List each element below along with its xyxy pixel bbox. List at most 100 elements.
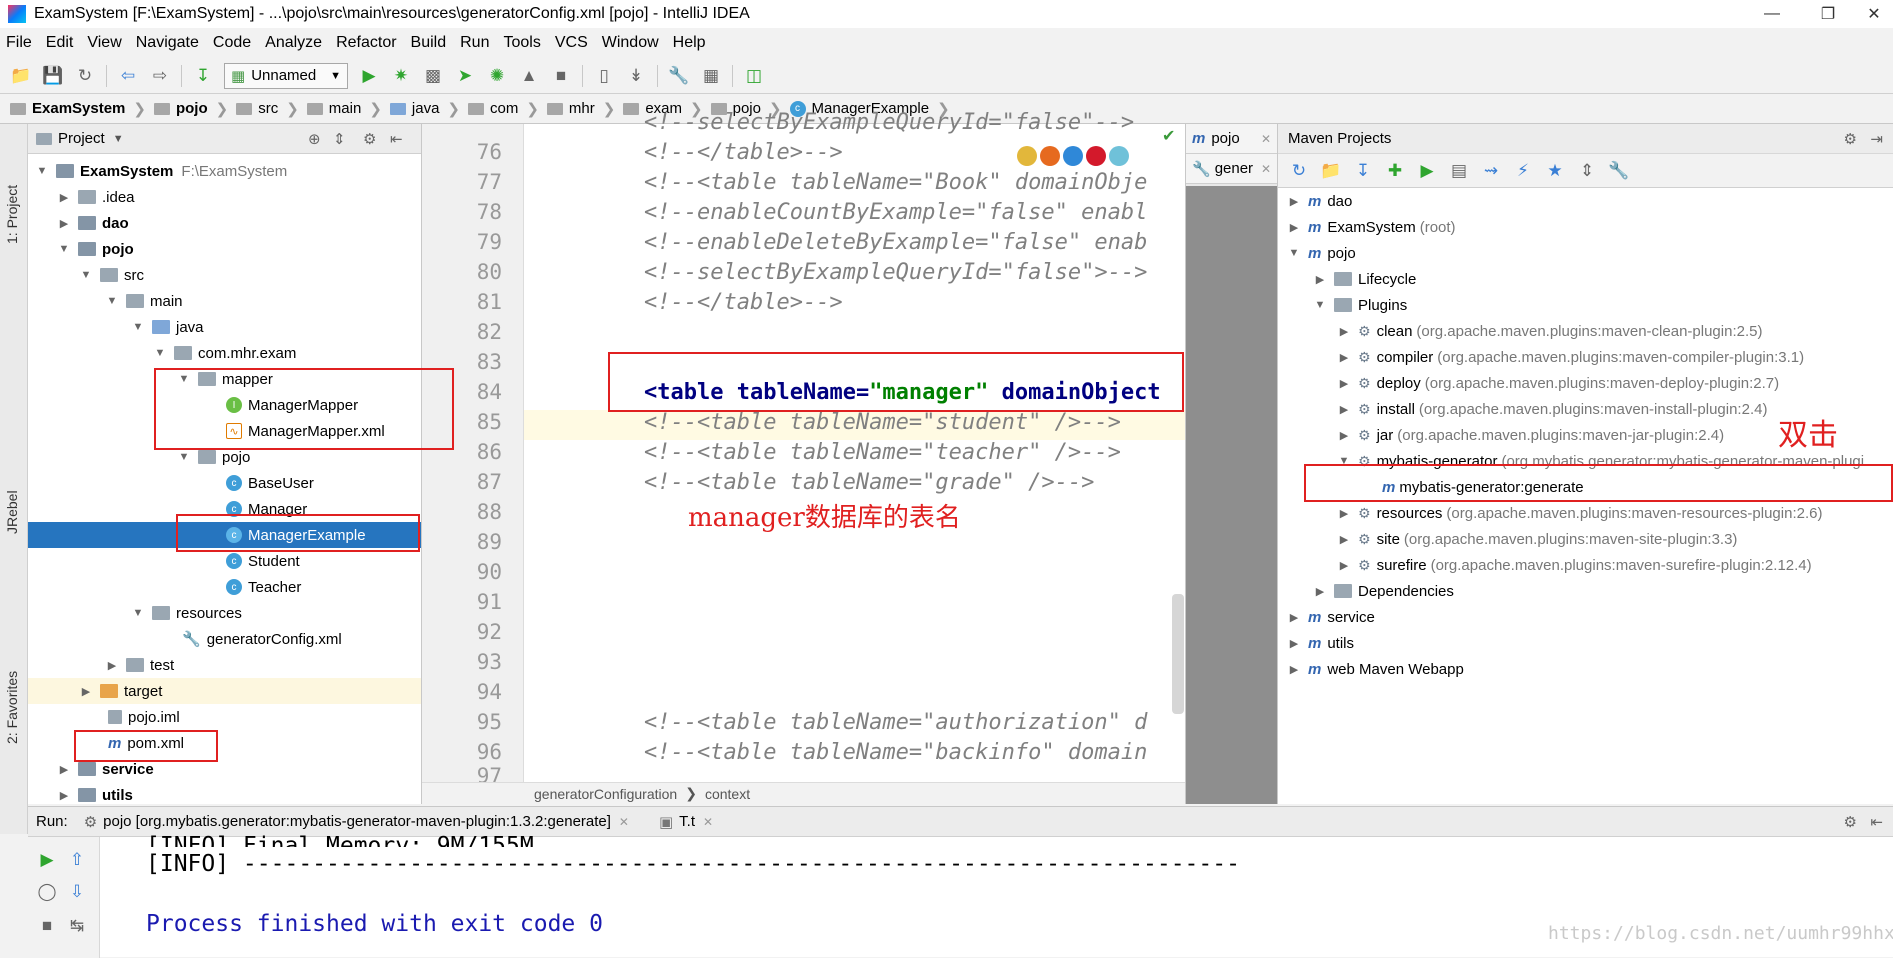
settings-wrench-icon[interactable]: 🔧 [668,65,690,87]
maven-item-lifecycle[interactable]: ▶ Lifecycle [1278,266,1893,292]
close-tab-icon[interactable]: ✕ [1261,162,1271,176]
debug-icon[interactable]: ✷ [390,65,412,87]
tree-item-com-mhr-exam[interactable]: ▼ com.mhr.exam [28,340,421,366]
hide-panel-icon[interactable]: ⇤ [390,130,403,148]
gear-icon[interactable]: ⚙ [1844,813,1857,831]
chevron-down-icon[interactable]: ▼ [113,133,124,145]
menu-edit[interactable]: Edit [46,34,74,52]
breadcrumb-pojo[interactable]: pojo ❯ [153,100,228,118]
menu-file[interactable]: File [6,34,32,52]
jrebel-debug-icon[interactable]: ✺ [486,65,508,87]
favorites-tool-tab[interactable]: 2: Favorites [4,671,20,744]
tree-item-target[interactable]: ▶ target [28,678,421,704]
rerun-icon[interactable]: ▶ [36,849,58,871]
jrebel-run-icon[interactable]: ➤ [454,65,476,87]
close-tab-icon[interactable]: ✕ [619,815,629,829]
code-editor[interactable]: 76 77 78 79 80 81 82 83 84 85 86 87 88 8… [422,110,1185,804]
dependencies-diagram-icon[interactable]: ★ [1544,160,1566,182]
collapse-all-icon[interactable]: ⇕ [333,130,346,148]
tree-item-main[interactable]: ▼ main [28,288,421,314]
maven-plugin-deploy[interactable]: ▶ ⚙ deploy (org.apache.maven.plugins:maven-… [1278,370,1893,396]
run-maven-icon[interactable]: ▶ [1416,160,1438,182]
gear-icon[interactable]: ⚙ [363,130,376,148]
maven-plugin-clean[interactable]: ▶ ⚙ clean (org.apache.maven.plugins:maven-c… [1278,318,1893,344]
open-folder-icon[interactable]: 📁 [10,65,32,87]
maven-plugin-compiler[interactable]: ▶ ⚙ compiler (org.apache.maven.plugins:mave… [1278,344,1893,370]
maven-item-dao[interactable]: ▶ m dao [1278,188,1893,214]
stop-icon[interactable]: ■ [550,65,572,87]
skip-tests-icon[interactable]: ⚡ [1512,160,1534,182]
project-tool-tab[interactable]: 1: Project [4,185,20,244]
maven-item-pojo[interactable]: ▼ m pojo [1278,240,1893,266]
tree-item-test[interactable]: ▶ test [28,652,421,678]
menu-run[interactable]: Run [460,34,489,52]
menu-window[interactable]: Window [602,34,659,52]
tree-item-generatorconfig-xml[interactable]: 🔧 generatorConfig.xml [28,626,421,652]
hide-panel-icon[interactable]: ⇥ [1870,130,1883,148]
pause-icon[interactable]: ◯ [36,881,58,903]
tree-item-utils[interactable]: ▶ utils [28,782,421,804]
tree-item-pojo-module[interactable]: ▼ pojo [28,236,421,262]
opera-icon[interactable] [1086,146,1106,166]
make-project-icon[interactable]: ↧ [192,65,214,87]
close-button[interactable]: ✕ [1846,0,1893,28]
maven-item-service[interactable]: ▶ m service [1278,604,1893,630]
menu-refactor[interactable]: Refactor [336,34,396,52]
tree-item-examsystem[interactable]: ▼ ExamSystem F:\ExamSystem [28,158,421,184]
scroll-up-icon[interactable]: ⇧ [66,849,88,871]
menu-analyze[interactable]: Analyze [265,34,322,52]
generate-sources-icon[interactable]: 📁 [1320,160,1342,182]
close-tab-icon[interactable]: ✕ [703,815,713,829]
sync-icon[interactable]: ↻ [74,65,96,87]
maven-plugin-resources[interactable]: ▶ ⚙ resources (org.apache.maven.plugins:mav… [1278,500,1893,526]
menu-help[interactable]: Help [673,34,706,52]
maven-plugin-surefire[interactable]: ▶ ⚙ surefire (org.apache.maven.plugins:mave… [1278,552,1893,578]
scroll-down-icon[interactable]: ⇩ [66,881,88,903]
menu-tools[interactable]: Tools [503,34,540,52]
run-icon[interactable]: ▶ [358,65,380,87]
tree-item-baseuser[interactable]: c BaseUser [28,470,421,496]
menu-vcs[interactable]: VCS [555,34,588,52]
stop-icon[interactable]: ■ [36,915,58,937]
gear-icon[interactable]: ⚙ [1844,130,1857,148]
hide-panel-icon[interactable]: ⇤ [1870,813,1883,831]
minimize-button[interactable]: — [1744,0,1800,28]
maven-plugin-site[interactable]: ▶ ⚙ site (org.apache.maven.plugins:maven-si… [1278,526,1893,552]
breadcrumb-mhr[interactable]: mhr ❯ [546,100,615,118]
collapse-all-icon[interactable]: ⇕ [1576,160,1598,182]
breadcrumb-src[interactable]: src ❯ [236,100,299,118]
maven-item-web[interactable]: ▶ m web Maven Webapp [1278,656,1893,682]
vcs-update-icon[interactable]: ▯ [593,65,615,87]
tree-item-pojo-iml[interactable]: pojo.iml [28,704,421,730]
maven-item-examsystem[interactable]: ▶ m ExamSystem (root) [1278,214,1893,240]
profile-icon[interactable]: ▲ [518,65,540,87]
ie-icon[interactable] [1109,146,1129,166]
maven-settings-icon[interactable]: 🔧 [1608,160,1630,182]
menu-code[interactable]: Code [213,34,251,52]
coverage-icon[interactable]: ▩ [422,65,444,87]
tab-pojo-pom[interactable]: m pojo ✕ [1186,124,1277,154]
vcs-commit-icon[interactable]: ↡ [625,65,647,87]
maven-item-dependencies[interactable]: ▶ Dependencies [1278,578,1893,604]
breadcrumb-com[interactable]: com ❯ [468,100,539,118]
maven-item-plugins[interactable]: ▼ Plugins [1278,292,1893,318]
reimport-icon[interactable]: ↻ [1288,160,1310,182]
breadcrumb-main[interactable]: main ❯ [306,100,382,118]
tree-item-teacher[interactable]: c Teacher [28,574,421,600]
sdk-icon[interactable]: ◫ [743,65,765,87]
add-icon[interactable]: ✚ [1384,160,1406,182]
tree-item-dao[interactable]: ▶ dao [28,210,421,236]
tree-item-java[interactable]: ▼ java [28,314,421,340]
chrome-icon[interactable] [1017,146,1037,166]
tree-item-idea[interactable]: ▶ .idea [28,184,421,210]
editor-scrollbar[interactable] [1172,594,1184,714]
safari-icon[interactable] [1063,146,1083,166]
editor-crumb-context[interactable]: context [705,786,750,802]
breadcrumb-java[interactable]: java ❯ [389,100,460,118]
project-panel-title[interactable]: Project [58,130,105,147]
locate-icon[interactable]: ⊕ [308,130,321,148]
download-icon[interactable]: ↧ [1352,160,1374,182]
close-tab-icon[interactable]: ✕ [1261,132,1271,146]
run-config-icon[interactable]: ▤ [1448,160,1470,182]
tree-item-resources[interactable]: ▼ resources [28,600,421,626]
